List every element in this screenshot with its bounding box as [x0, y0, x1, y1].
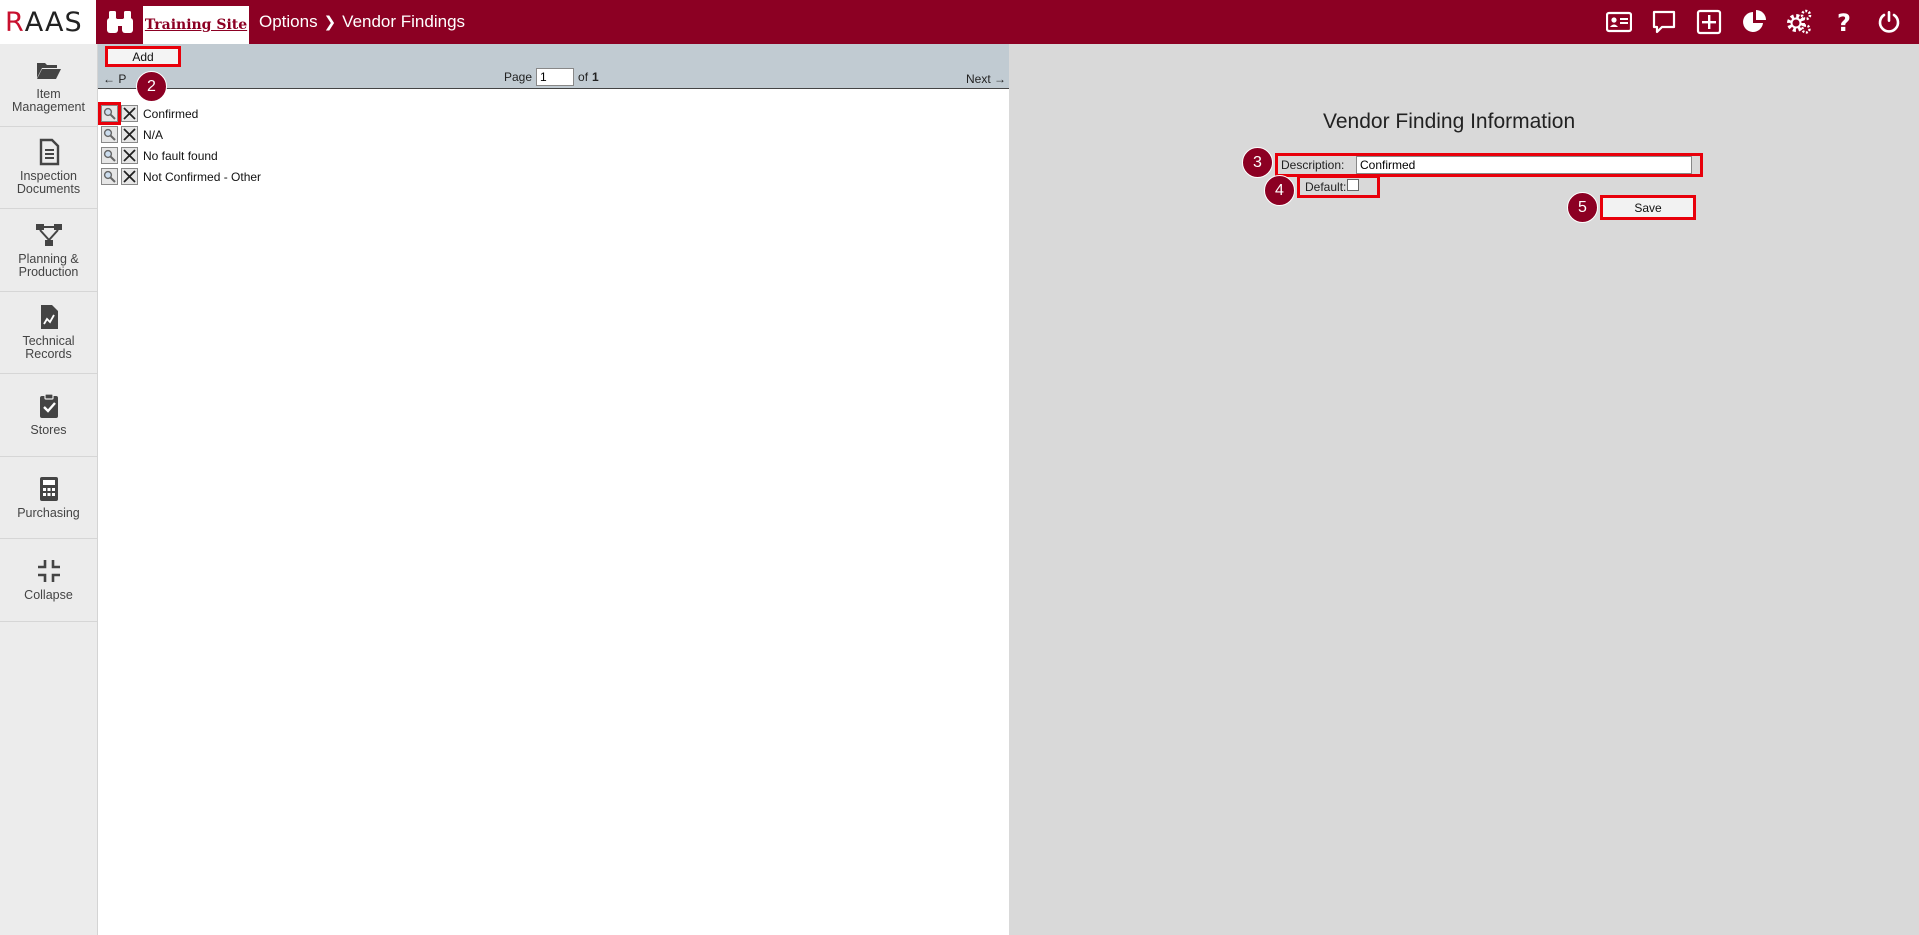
list-item-label: Confirmed — [143, 106, 199, 121]
binoculars-icon[interactable] — [105, 9, 135, 35]
description-input[interactable] — [1356, 156, 1692, 174]
breadcrumb-vendor-findings: Vendor Findings — [342, 12, 466, 31]
delete-x-icon[interactable] — [121, 105, 138, 122]
of-label: of — [578, 70, 589, 84]
description-field-group: Description: — [1275, 153, 1703, 177]
description-label: Description: — [1281, 158, 1345, 172]
chart-file-icon — [40, 305, 58, 330]
page-number-input[interactable] — [536, 68, 575, 86]
view-magnifier-icon[interactable] — [98, 102, 121, 125]
document-icon — [39, 139, 59, 166]
sidebar-item-planning-production[interactable]: Planning & Production — [0, 209, 97, 292]
list-item-label: No fault found — [143, 148, 218, 163]
list-item: Confirmed — [98, 102, 261, 125]
step-badge-4: 4 — [1264, 175, 1295, 206]
sidebar: Item Management Inspection Documents Pla… — [0, 44, 98, 935]
vendor-finding-form-panel: Vendor Finding Information Description: … — [1009, 44, 1919, 935]
sidebar-item-collapse[interactable]: Collapse — [0, 539, 97, 622]
sidebar-item-item-management[interactable]: Item Management — [0, 44, 97, 127]
step-badge-5: 5 — [1567, 192, 1598, 223]
sidebar-item-label: Technical Records — [22, 334, 75, 362]
svg-text:?: ? — [1837, 9, 1851, 35]
view-magnifier-icon[interactable] — [101, 147, 118, 164]
pie-chart-icon[interactable] — [1731, 0, 1776, 44]
list-toolbar: Add ← P Page of 1 Next → — [98, 44, 1009, 89]
settings-icon[interactable] — [1776, 0, 1821, 44]
sidebar-item-label: Stores — [30, 423, 67, 438]
list-item-label: Not Confirmed - Other — [143, 169, 262, 184]
folder-open-icon — [36, 62, 61, 79]
form-title: Vendor Finding Information — [1323, 110, 1576, 133]
sidebar-item-label: Purchasing — [17, 505, 80, 520]
tab-training-site[interactable]: Training Site — [143, 6, 249, 44]
chevron-right-icon: ❯ — [323, 14, 337, 31]
list-item: Not Confirmed - Other — [101, 166, 261, 187]
list-item: No fault found — [101, 145, 261, 166]
view-magnifier-icon[interactable] — [101, 126, 118, 143]
step-badge-3: 3 — [1242, 147, 1273, 178]
default-checkbox[interactable] — [1347, 178, 1360, 191]
page-label: Page — [504, 70, 533, 84]
step-badge-2: 2 — [136, 71, 167, 102]
list-item: N/A — [101, 124, 261, 145]
total-pages: 1 — [592, 70, 599, 84]
default-label: Default: — [1305, 179, 1347, 194]
breadcrumb-options[interactable]: Options — [259, 12, 318, 32]
comment-icon[interactable] — [1641, 0, 1686, 44]
sidebar-item-purchasing[interactable]: Purchasing — [0, 457, 97, 539]
sitemap-icon — [35, 223, 62, 246]
sidebar-item-label: Item Management — [12, 86, 85, 114]
delete-x-icon[interactable] — [121, 126, 138, 143]
pager: Page of 1 — [504, 68, 599, 86]
sidebar-item-label: Inspection Documents — [16, 169, 81, 197]
calculator-icon — [39, 476, 58, 501]
sidebar-item-technical-records[interactable]: Technical Records — [0, 292, 97, 374]
prev-page-link[interactable]: ← P — [103, 72, 126, 86]
sidebar-item-label: Planning & Production — [18, 251, 79, 279]
next-page-link[interactable]: Next → — [966, 72, 1006, 86]
findings-list: Confirmed N/A No fault found Not Confirm… — [98, 102, 261, 187]
vendor-findings-list-panel: Add ← P Page of 1 Next → Confirmed N/A N… — [98, 44, 1009, 935]
delete-x-icon[interactable] — [121, 147, 138, 164]
plus-square-icon[interactable] — [1686, 0, 1731, 44]
top-icon-bar: ? — [1596, 0, 1911, 44]
clipboard-check-icon — [39, 393, 58, 419]
breadcrumb: Options ❯ Vendor Findings — [259, 12, 465, 32]
delete-x-icon[interactable] — [121, 168, 138, 185]
sidebar-item-inspection-documents[interactable]: Inspection Documents — [0, 127, 97, 209]
add-button[interactable]: Add — [105, 46, 181, 67]
power-icon[interactable] — [1866, 0, 1911, 44]
sidebar-item-stores[interactable]: Stores — [0, 374, 97, 457]
view-magnifier-icon[interactable] — [101, 168, 118, 185]
id-card-icon[interactable] — [1596, 0, 1641, 44]
sidebar-item-label: Collapse — [24, 588, 73, 603]
save-button[interactable]: Save — [1600, 195, 1696, 220]
default-field-group: Default: — [1297, 175, 1380, 198]
list-item-label: N/A — [143, 127, 164, 142]
top-bar: R AAS Training Site Options ❯ Vendor Find… — [0, 0, 1919, 44]
help-icon[interactable]: ? — [1821, 0, 1866, 44]
compress-icon — [37, 560, 60, 583]
raas-logo[interactable]: R AAS — [0, 0, 96, 44]
